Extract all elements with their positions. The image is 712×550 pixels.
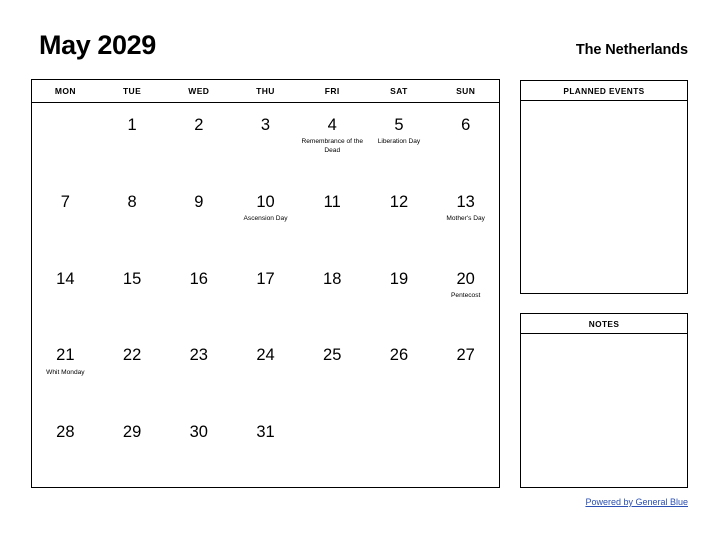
- day-event-label: Remembrance of the Dead: [301, 138, 364, 155]
- weekday-header-thu: THU: [256, 86, 275, 96]
- calendar-day-cell-empty: [299, 410, 366, 487]
- calendar-day-cell[interactable]: 15: [99, 257, 166, 334]
- weekday-header-fri: FRI: [324, 86, 340, 96]
- calendar-day-cell[interactable]: 3: [232, 103, 299, 180]
- day-number: 28: [56, 423, 75, 442]
- calendar-week-row: 1 2 3 4 Remembrance of the Dead 5 Liberation D…: [32, 103, 499, 180]
- calendar-week-row: 7 8 9 10 Ascension Day 11 12 13 Mother's Day: [32, 180, 499, 257]
- planned-events-panel: PLANNED EVENTS: [520, 80, 688, 294]
- calendar-day-cell[interactable]: 10 Ascension Day: [232, 180, 299, 257]
- day-event-label: Mother's Day: [446, 215, 485, 223]
- day-number: 21: [56, 346, 75, 365]
- calendar-day-cell[interactable]: 27: [432, 333, 499, 410]
- day-number: 25: [323, 346, 342, 365]
- calendar-day-cell[interactable]: 21 Whit Monday: [32, 333, 99, 410]
- planned-events-title: PLANNED EVENTS: [521, 81, 687, 101]
- weekday-header-tue: TUE: [122, 86, 142, 96]
- calendar-day-cell[interactable]: 28: [32, 410, 99, 487]
- calendar-day-cell[interactable]: 6: [432, 103, 499, 180]
- planned-events-body[interactable]: [521, 101, 687, 293]
- day-number: 17: [256, 269, 275, 288]
- calendar-day-cell[interactable]: 7: [32, 180, 99, 257]
- calendar-day-cell[interactable]: 29: [99, 410, 166, 487]
- country-label: The Netherlands: [575, 42, 688, 58]
- calendar-day-cell[interactable]: 2: [165, 103, 232, 180]
- day-event-label: Whit Monday: [46, 368, 85, 376]
- weekday-header-row: MON TUE WED THU FRI SAT SUN: [32, 80, 499, 103]
- weekday-header-sat: SAT: [390, 86, 408, 96]
- calendar-week-row: 21 Whit Monday 22 23 24 25 26 27: [32, 333, 499, 410]
- day-number: 9: [194, 192, 204, 211]
- day-number: 1: [127, 116, 137, 134]
- calendar-day-cell[interactable]: 30: [165, 410, 232, 487]
- calendar-day-cell[interactable]: 24: [232, 333, 299, 410]
- day-event-label: Liberation Day: [377, 138, 421, 146]
- calendar-day-cell[interactable]: 13 Mother's Day: [432, 180, 499, 257]
- day-number: 13: [456, 192, 475, 211]
- calendar-day-cell[interactable]: 11: [299, 180, 366, 257]
- calendar-grid: MON TUE WED THU FRI SAT SUN 1 2 3 4 Remembrance of…: [31, 79, 500, 488]
- notes-panel: NOTES: [520, 313, 688, 488]
- day-number: 10: [256, 192, 275, 211]
- weekday-header-sun: SUN: [456, 86, 476, 96]
- day-number: 24: [256, 346, 275, 365]
- weekday-header-mon: MON: [54, 86, 76, 96]
- calendar-day-cell[interactable]: 5 Liberation Day: [366, 103, 433, 180]
- calendar-day-cell[interactable]: 17: [232, 257, 299, 334]
- day-number: 26: [389, 346, 409, 365]
- calendar-week-row: 28 29 30 31: [32, 410, 499, 487]
- calendar-day-cell[interactable]: 31: [232, 410, 299, 487]
- calendar-day-cell-empty: [32, 103, 99, 180]
- calendar-day-cell[interactable]: 18: [299, 257, 366, 334]
- calendar-day-cell[interactable]: 26: [366, 333, 433, 410]
- calendar-week-row: 14 15 16 17 18 19 20 Pentecost: [32, 257, 499, 334]
- day-number: 6: [461, 116, 471, 134]
- calendar-day-cell[interactable]: 12: [366, 180, 433, 257]
- calendar-day-cell[interactable]: 14: [32, 257, 99, 334]
- calendar-day-cell[interactable]: 20 Pentecost: [432, 257, 499, 334]
- weekday-header-wed: WED: [188, 86, 210, 96]
- day-number: 7: [60, 192, 70, 211]
- day-event-label: Ascension Day: [243, 215, 288, 223]
- calendar-day-cell[interactable]: 23: [165, 333, 232, 410]
- powered-by-link[interactable]: Powered by General Blue: [520, 497, 688, 507]
- day-number: 18: [323, 269, 342, 288]
- day-number: 11: [323, 192, 341, 211]
- day-number: 29: [122, 423, 142, 442]
- day-number: 15: [122, 269, 142, 288]
- day-number: 4: [327, 116, 337, 134]
- calendar-day-cell[interactable]: 16: [165, 257, 232, 334]
- calendar-day-cell[interactable]: 4 Remembrance of the Dead: [299, 103, 366, 180]
- day-number: 22: [122, 346, 142, 365]
- notes-body[interactable]: [521, 334, 687, 487]
- calendar-day-cell[interactable]: 25: [299, 333, 366, 410]
- day-number: 31: [256, 423, 275, 442]
- page-title: May 2029: [39, 30, 156, 60]
- day-number: 14: [56, 269, 75, 288]
- day-number: 2: [194, 116, 204, 134]
- calendar-weeks: 1 2 3 4 Remembrance of the Dead 5 Liberation D…: [32, 103, 499, 487]
- day-number: 12: [389, 192, 409, 211]
- calendar-day-cell[interactable]: 19: [366, 257, 433, 334]
- day-number: 3: [260, 116, 271, 134]
- calendar-day-cell[interactable]: 1: [99, 103, 166, 180]
- day-number: 19: [389, 269, 409, 288]
- day-event-label: Pentecost: [451, 291, 481, 299]
- calendar-day-cell[interactable]: 8: [99, 180, 166, 257]
- day-number: 16: [189, 269, 208, 288]
- calendar-day-cell-empty: [432, 410, 499, 487]
- calendar-day-cell[interactable]: 22: [99, 333, 166, 410]
- notes-title: NOTES: [521, 314, 687, 334]
- day-number: 23: [189, 346, 208, 365]
- day-number: 5: [394, 116, 404, 134]
- day-number: 30: [189, 423, 208, 442]
- day-number: 8: [127, 192, 137, 211]
- calendar-day-cell[interactable]: 9: [165, 180, 232, 257]
- day-number: 27: [456, 346, 475, 365]
- calendar-day-cell-empty: [366, 410, 433, 487]
- day-number: 20: [456, 269, 475, 288]
